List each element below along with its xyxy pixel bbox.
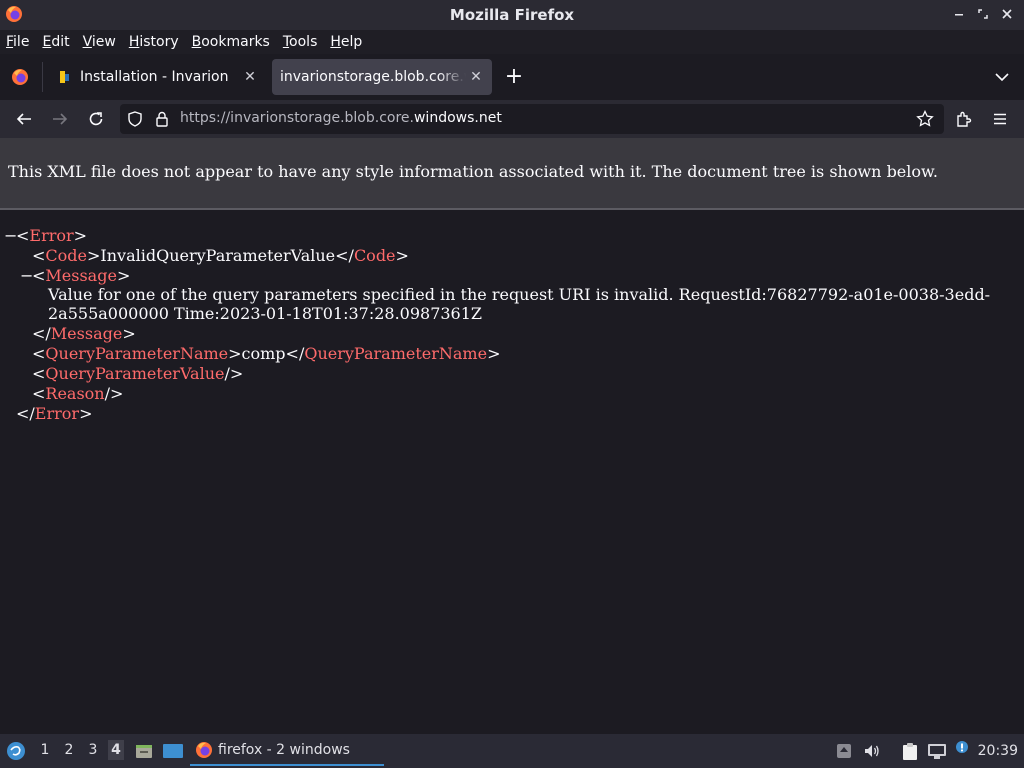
xml-style-info-banner: This XML file does not appear to have an… [0,138,1024,210]
xml-error-open: −<Error> [4,226,88,245]
xml-query-parameter-name-line: <QueryParameterName>comp</QueryParameter… [32,344,501,363]
clock: 20:39 [977,743,1018,759]
url-domain: windows.net [413,110,502,126]
invarion-favicon-icon [60,71,69,83]
collapse-toggle[interactable]: − [20,266,33,285]
workspace-3[interactable]: 3 [85,742,101,758]
start-menu-icon[interactable] [6,741,26,761]
firefox-view-icon[interactable] [10,67,30,87]
xml-code-line: <Code>InvalidQueryParameterValue</Code> [32,246,409,265]
menu-file[interactable]: File [6,34,29,50]
taskbar: 1 2 3 4 firefox - 2 windows 20:39 [0,734,1024,768]
workspace-2[interactable]: 2 [61,742,77,758]
url-prefix: https://invarionstorage.blob.core. [180,110,414,126]
reload-icon [89,112,103,126]
xml-reason-line: <Reason/> [32,384,124,403]
notification-icon[interactable] [953,740,971,758]
tab-blob-storage[interactable]: invarionstorage.blob.core.windows.net ✕ [272,59,492,95]
xml-message-open: −<Message> [20,266,131,285]
workspace-1[interactable]: 1 [37,742,53,758]
url-text[interactable]: https://invarionstorage.blob.core.window… [180,110,502,126]
message-text-line-1: Value for one of the query parameters sp… [48,285,991,304]
menu-history[interactable]: History [129,34,179,50]
firefox-icon [196,742,212,758]
lock-icon[interactable] [154,111,170,127]
puzzle-icon [957,111,972,127]
tab-separator [42,62,43,92]
query-parameter-name-value: comp [241,344,286,363]
menu-bar: File Edit View History Bookmarks Tools Help [0,30,1024,54]
firefox-icon [6,6,22,22]
workspace-4[interactable]: 4 [108,740,124,760]
window-titlebar: Mozilla Firefox [0,0,1024,30]
desktop-icon[interactable] [162,741,184,761]
menu-bookmarks[interactable]: Bookmarks [192,34,270,50]
maximize-icon[interactable] [976,6,990,22]
menu-view[interactable]: View [83,34,116,50]
minimize-icon[interactable] [952,6,966,22]
extensions-button[interactable] [953,108,975,130]
taskbar-task-label: firefox - 2 windows [218,742,350,758]
close-tab-icon[interactable]: ✕ [466,67,486,87]
back-button[interactable] [13,108,35,130]
app-menu-button[interactable] [989,108,1011,130]
menu-help[interactable]: Help [330,34,362,50]
hamburger-menu-icon [994,113,1006,125]
shield-icon[interactable] [127,111,143,127]
arrow-left-icon [16,113,31,125]
xml-error-close: </Error> [16,404,93,423]
window-title: Mozilla Firefox [449,6,575,24]
menu-edit[interactable]: Edit [42,34,69,50]
tab-label: invarionstorage.blob.core.windows.net [280,69,466,85]
menu-tools[interactable]: Tools [283,34,318,50]
url-bar[interactable]: https://invarionstorage.blob.core.window… [120,104,944,134]
xml-query-parameter-value-line: <QueryParameterValue/> [32,364,244,383]
close-tab-icon[interactable]: ✕ [240,67,260,87]
reload-button[interactable] [85,108,107,130]
clipboard-icon[interactable] [900,741,920,761]
new-tab-button[interactable]: + [503,66,525,89]
message-text-line-2: 2a555a000000 Time:2023-01-18T01:37:28.09… [48,304,483,323]
code-value: InvalidQueryParameterValue [100,246,336,265]
tab-strip: Installation - Invarion ✕ invarionstorag… [0,54,1024,100]
taskbar-firefox-button[interactable]: firefox - 2 windows [190,736,384,766]
bookmark-star-icon[interactable] [916,110,934,128]
navigation-bar: https://invarionstorage.blob.core.window… [0,100,1024,138]
updates-icon[interactable] [835,742,853,760]
close-window-icon[interactable] [1000,6,1014,22]
file-manager-icon[interactable] [134,741,154,761]
xml-message-close: </Message> [32,324,136,343]
volume-icon[interactable] [863,742,881,760]
tab-installation[interactable]: Installation - Invarion ✕ [48,59,266,95]
chevron-down-icon[interactable] [992,67,1012,87]
collapse-toggle[interactable]: − [4,226,17,245]
tab-label: Installation - Invarion [80,69,229,85]
forward-button[interactable] [49,108,71,130]
page-content: This XML file does not appear to have an… [0,138,1024,734]
network-icon[interactable] [927,742,947,760]
arrow-right-icon [53,113,68,125]
